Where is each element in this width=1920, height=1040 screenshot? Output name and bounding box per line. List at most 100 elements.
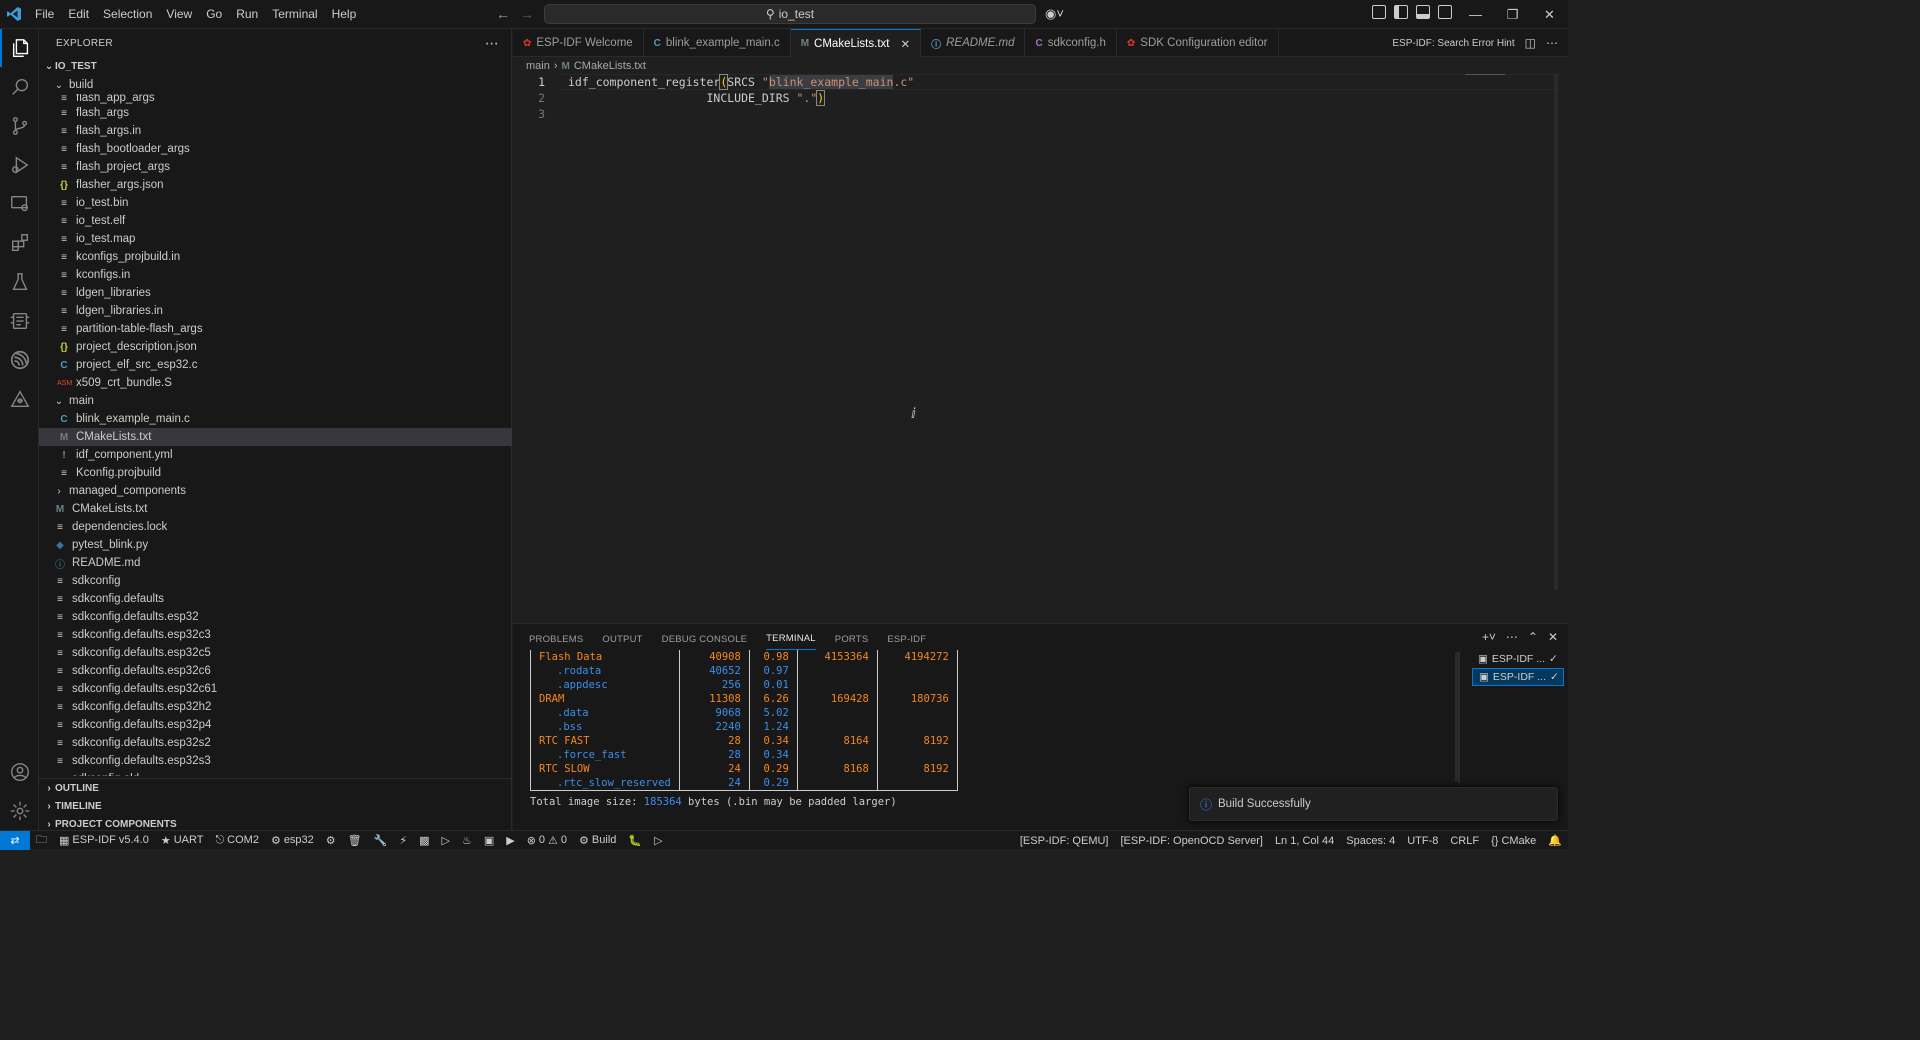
menu-go[interactable]: Go xyxy=(199,0,229,29)
tree-file[interactable]: ≡ flash_project_args xyxy=(39,158,512,176)
remote-indicator-icon[interactable]: ⇄ xyxy=(0,830,30,850)
search-view-icon[interactable] xyxy=(0,68,39,106)
tree-folder[interactable]: › managed_components xyxy=(39,482,512,500)
build-button[interactable]: ⚙ Build xyxy=(573,834,622,847)
terminal-icon[interactable]: ▣ xyxy=(478,834,500,847)
full-clean-trash-icon[interactable]: 🗑 xyxy=(342,834,368,847)
tree-file[interactable]: ≡ dependencies.lock xyxy=(39,518,512,536)
tree-file[interactable]: ≡ sdkconfig.defaults.esp32c6 xyxy=(39,662,512,680)
explorer-icon[interactable] xyxy=(0,29,39,67)
more-actions-icon[interactable]: ⋯ xyxy=(1506,630,1518,644)
search-error-hint-button[interactable]: ESP-IDF: Search Error Hint xyxy=(1392,38,1514,49)
tree-file[interactable]: ≡ sdkconfig.defaults.esp32c61 xyxy=(39,680,512,698)
breadcrumb-folder[interactable]: main xyxy=(526,60,550,72)
toggle-panel-icon[interactable] xyxy=(1416,5,1430,19)
language-mode[interactable]: {} CMake xyxy=(1485,835,1542,847)
tab-cmakelists[interactable]: M CMakeLists.txt ✕ xyxy=(790,29,922,57)
tree-file[interactable]: ≡ sdkconfig.defaults.esp32s3 xyxy=(39,752,512,770)
menu-view[interactable]: View xyxy=(159,0,199,29)
tree-file[interactable]: ≡ flash_args.in xyxy=(39,122,512,140)
split-editor-icon[interactable]: ◫ xyxy=(1525,36,1536,50)
tree-file[interactable]: ≡ sdkconfig.old xyxy=(39,770,512,776)
toggle-secondary-sidebar-icon[interactable] xyxy=(1438,5,1452,19)
build-flash-monitor-flame-icon[interactable]: ♨ xyxy=(456,834,478,847)
indentation[interactable]: Spaces: 4 xyxy=(1340,835,1401,847)
tab-terminal[interactable]: TERMINAL xyxy=(766,628,816,650)
cursor-position[interactable]: Ln 1, Col 44 xyxy=(1269,835,1340,847)
notifications-bell-icon[interactable]: 🔔 xyxy=(1542,834,1568,847)
tab-sdkconfig-h[interactable]: C sdkconfig.h xyxy=(1025,29,1117,57)
line-ending[interactable]: CRLF xyxy=(1444,835,1485,847)
remote-explorer-icon[interactable] xyxy=(0,185,39,223)
copilot-icon[interactable]: ◉˅ xyxy=(1045,6,1064,22)
tree-file[interactable]: Cproject_elf_src_esp32.c xyxy=(39,356,512,374)
monitor-icon[interactable]: ▩ xyxy=(413,834,435,847)
tab-esp-idf-welcome[interactable]: ✿ ESP-IDF Welcome xyxy=(513,29,644,57)
terminal-instance[interactable]: ▣ ESP-IDF ... ✓ xyxy=(1472,650,1564,668)
open-folder-icon[interactable]: 🗀 xyxy=(30,831,53,850)
tree-file[interactable]: ≡ sdkconfig.defaults.esp32c3 xyxy=(39,626,512,644)
minimap[interactable] xyxy=(1465,74,1505,78)
tree-file[interactable]: ≡ partition-table-flash_args xyxy=(39,320,512,338)
command-center-search[interactable]: ⚲ io_test xyxy=(544,4,1036,24)
tree-file[interactable]: ≡ Kconfig.projbuild xyxy=(39,464,512,482)
idf-version-button[interactable]: ▦ ESP-IDF v5.4.0 xyxy=(53,834,155,847)
timeline-section[interactable]: › TIMELINE xyxy=(39,797,512,815)
run-debug-icon[interactable] xyxy=(0,146,39,184)
target-button[interactable]: ⚙ esp32 xyxy=(265,834,320,847)
more-actions-icon[interactable]: ⋯ xyxy=(1546,36,1558,50)
tree-file[interactable]: {} project_description.json xyxy=(39,338,512,356)
openocd-status[interactable]: [ESP-IDF: OpenOCD Server] xyxy=(1115,835,1269,847)
tab-blink-example-main[interactable]: C blink_example_main.c xyxy=(644,29,791,57)
editor-scrollbar[interactable] xyxy=(1554,74,1558,590)
tree-file[interactable]: ≡ io_test.bin xyxy=(39,194,512,212)
tab-ports[interactable]: PORTS xyxy=(835,628,869,650)
tree-file[interactable]: ◆ pytest_blink.py xyxy=(39,536,512,554)
tree-file[interactable]: ≡ io_test.map xyxy=(39,230,512,248)
outline-section[interactable]: › OUTLINE xyxy=(39,779,512,797)
tab-debug-console[interactable]: DEBUG CONSOLE xyxy=(662,628,747,650)
debug-bug-icon[interactable]: 🐛 xyxy=(622,834,648,847)
manage-gear-icon[interactable] xyxy=(0,792,39,830)
tree-folder[interactable]: ⌄ main xyxy=(39,392,512,410)
tree-file[interactable]: ≡ sdkconfig.defaults.esp32c5 xyxy=(39,644,512,662)
tree-file[interactable]: ⓘ README.md xyxy=(39,554,512,572)
tree-file[interactable]: M CMakeLists.txt xyxy=(39,428,512,446)
tab-problems[interactable]: PROBLEMS xyxy=(529,628,583,650)
tab-output[interactable]: OUTPUT xyxy=(602,628,642,650)
terminal-instance-active[interactable]: ▣ ESP-IDF ... ✓ xyxy=(1472,668,1564,686)
tree-file[interactable]: ! idf_component.yml xyxy=(39,446,512,464)
tree-file[interactable]: ≡ ldgen_libraries.in xyxy=(39,302,512,320)
espressif-icon[interactable] xyxy=(0,341,39,379)
esp-idf-explorer-icon[interactable] xyxy=(0,302,39,340)
notification-toast[interactable]: ⓘ Build Successfully xyxy=(1189,787,1558,821)
tab-esp-idf[interactable]: ESP-IDF xyxy=(887,628,926,650)
tree-file[interactable]: ASM x509_crt_bundle.S xyxy=(39,374,512,392)
tab-readme[interactable]: ⓘ README.md xyxy=(921,29,1026,57)
back-arrow-icon[interactable]: ← xyxy=(496,6,510,22)
extensions-icon[interactable] xyxy=(0,224,39,262)
tree-file[interactable]: ≡ flash_bootloader_args xyxy=(39,140,512,158)
tree-file[interactable]: ≡ flash_args xyxy=(39,104,512,122)
tree-file[interactable]: ≡ flash_app_args xyxy=(39,94,512,104)
tree-file[interactable]: ≡ ldgen_libraries xyxy=(39,284,512,302)
tree-file[interactable]: ≡ kconfigs_projbuild.in xyxy=(39,248,512,266)
menu-help[interactable]: Help xyxy=(325,0,364,29)
encoding[interactable]: UTF-8 xyxy=(1401,835,1444,847)
close-window-icon[interactable]: ✕ xyxy=(1531,0,1568,29)
tree-file[interactable]: ≡ sdkconfig.defaults.esp32 xyxy=(39,608,512,626)
tree-file[interactable]: ≡ io_test.elf xyxy=(39,212,512,230)
menu-edit[interactable]: Edit xyxy=(61,0,96,29)
testing-icon[interactable] xyxy=(0,263,39,301)
breadcrumb-file[interactable]: CMakeLists.txt xyxy=(574,60,646,72)
tree-file[interactable]: ≡ kconfigs.in xyxy=(39,266,512,284)
source-control-icon[interactable] xyxy=(0,107,39,145)
tab-sdk-configuration-editor[interactable]: ✿ SDK Configuration editor xyxy=(1117,29,1279,57)
maximize-panel-icon[interactable]: ⌃ xyxy=(1528,630,1538,644)
qemu-status[interactable]: [ESP-IDF: QEMU] xyxy=(1014,835,1115,847)
tree-file[interactable]: M CMakeLists.txt xyxy=(39,500,512,518)
terminal-output[interactable]: Flash Data 40908 0.98 4153364 4194272 .rodata… xyxy=(530,650,958,808)
menu-terminal[interactable]: Terminal xyxy=(265,0,324,29)
tree-file[interactable]: ≡ sdkconfig.defaults.esp32s2 xyxy=(39,734,512,752)
customize-layout-icon[interactable] xyxy=(1372,5,1386,19)
